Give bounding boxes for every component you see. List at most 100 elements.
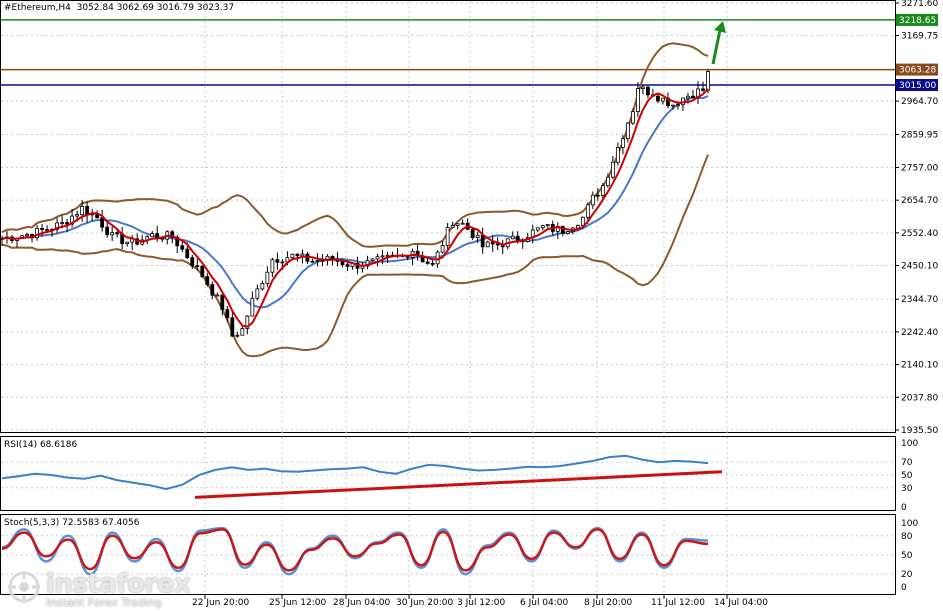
candle-body — [450, 225, 455, 229]
candle-body — [345, 264, 350, 267]
candle-body — [691, 95, 695, 99]
main-y-tick-label: 2654.70 — [901, 196, 938, 206]
candle-body — [515, 235, 520, 242]
candle-body — [545, 224, 550, 227]
candle-body — [205, 276, 210, 285]
candle-body — [590, 194, 595, 206]
rsi-y-tick-label: 70 — [901, 458, 913, 468]
candle-body — [85, 205, 90, 215]
x-tick-label: 25 Jun 12:00 — [269, 598, 326, 608]
candle-body — [110, 232, 115, 236]
candle-body — [80, 205, 85, 215]
candle-body — [220, 294, 225, 311]
candle-body — [45, 229, 49, 231]
candle-body — [580, 216, 585, 226]
candle-body — [290, 253, 295, 259]
x-tick-label: 14 Jul 04:00 — [714, 598, 768, 608]
level-label-green: 3218.65 — [899, 16, 936, 26]
candle-body — [701, 88, 705, 91]
main-y-tick-label: 2242.40 — [901, 328, 938, 338]
candle-body — [565, 231, 570, 234]
candle-body — [385, 254, 390, 257]
candle-body — [195, 265, 200, 268]
candle-body — [620, 138, 625, 148]
main-title: #Ethereum,H4 3052.84 3062.69 3016.79 302… — [4, 3, 234, 13]
main-y-tick-label: 3169.75 — [901, 32, 938, 42]
rsi-title: RSI(14) 68.6186 — [4, 440, 78, 450]
candle-body — [595, 194, 600, 197]
level-label-brown: 3063.28 — [899, 66, 936, 76]
candle-body — [656, 95, 660, 102]
candle-body — [430, 262, 435, 265]
candle-body — [230, 317, 235, 337]
candle-body — [125, 241, 130, 245]
chart-background — [0, 0, 943, 613]
candle-body — [480, 234, 485, 248]
stoch-y-tick-label: 80 — [901, 532, 913, 542]
candle-body — [380, 255, 385, 258]
candle-body — [455, 223, 460, 226]
candle-body — [485, 241, 490, 248]
candle-body — [636, 88, 640, 112]
candle-body — [475, 234, 480, 238]
main-y-tick-label: 2859.95 — [901, 131, 938, 141]
candle-body — [495, 243, 500, 246]
x-tick-label: 8 Jul 20:00 — [584, 598, 633, 608]
stoch-y-tick-label: 50 — [901, 551, 913, 561]
candle-body — [260, 283, 265, 290]
chart-stage: 3271.60 3169.75 3063.28 2964.70 2859.95 2757.… — [0, 0, 943, 613]
main-y-tick-label: 2344.70 — [901, 295, 938, 305]
candle-body — [340, 260, 345, 266]
candle-body — [630, 111, 635, 124]
candle-body — [671, 104, 675, 107]
candle-body — [625, 122, 630, 140]
candle-body — [460, 222, 465, 225]
main-y-tick-label: 2037.80 — [901, 393, 938, 403]
watermark-logo: instaforex Instant Forex Trading — [6, 565, 191, 609]
candle-body — [75, 214, 80, 217]
candle-body — [40, 227, 44, 230]
candle-body — [210, 284, 215, 296]
main-y-tick-label: 2757.00 — [901, 163, 938, 173]
candle-body — [425, 261, 430, 264]
candle-body — [510, 235, 515, 240]
candle-body — [115, 232, 120, 235]
x-tick-label: 28 Jun 04:00 — [333, 598, 390, 608]
candle-body — [225, 309, 230, 319]
candle-body — [646, 86, 650, 96]
candle-body — [600, 185, 605, 196]
chart-canvas: 3271.60 3169.75 3063.28 2964.70 2859.95 2757.… — [0, 0, 943, 613]
candle-body — [265, 271, 270, 284]
candle-body — [585, 204, 590, 218]
candle-body — [100, 217, 105, 228]
stoch-title: Stoch(5,3,3) 72.5583 67.4056 — [4, 518, 140, 528]
rsi-y-tick-label: 0 — [901, 503, 907, 513]
candle-body — [641, 86, 645, 89]
rsi-y-tick-label: 100 — [901, 439, 918, 449]
candle-body — [540, 225, 545, 229]
candle-body — [250, 297, 255, 317]
candle-body — [190, 257, 195, 267]
candle-body — [676, 104, 680, 107]
instaforex-logo-icon — [8, 571, 40, 603]
candle-body — [295, 253, 300, 257]
symbol-label: #Ethereum,H4 — [4, 3, 71, 13]
candle-body — [150, 233, 155, 238]
candle-body — [470, 228, 475, 238]
main-y-tick-label: 2450.10 — [901, 262, 938, 272]
x-tick-label: 3 Jul 12:00 — [457, 598, 506, 608]
candle-body — [180, 245, 185, 250]
brand-tagline: Instant Forex Trading — [46, 596, 162, 609]
candle-body — [185, 248, 190, 259]
candle-body — [240, 328, 245, 336]
candle-body — [155, 233, 160, 239]
candle-body — [300, 253, 305, 257]
candle-body — [25, 233, 29, 237]
main-y-tick-label: 2140.10 — [901, 361, 938, 371]
x-tick-label: 11 Jul 12:00 — [651, 598, 705, 608]
candle-body — [535, 227, 540, 231]
candle-body — [255, 288, 260, 299]
candle-body — [105, 226, 110, 236]
candle-body — [686, 95, 690, 99]
candle-body — [310, 260, 315, 263]
